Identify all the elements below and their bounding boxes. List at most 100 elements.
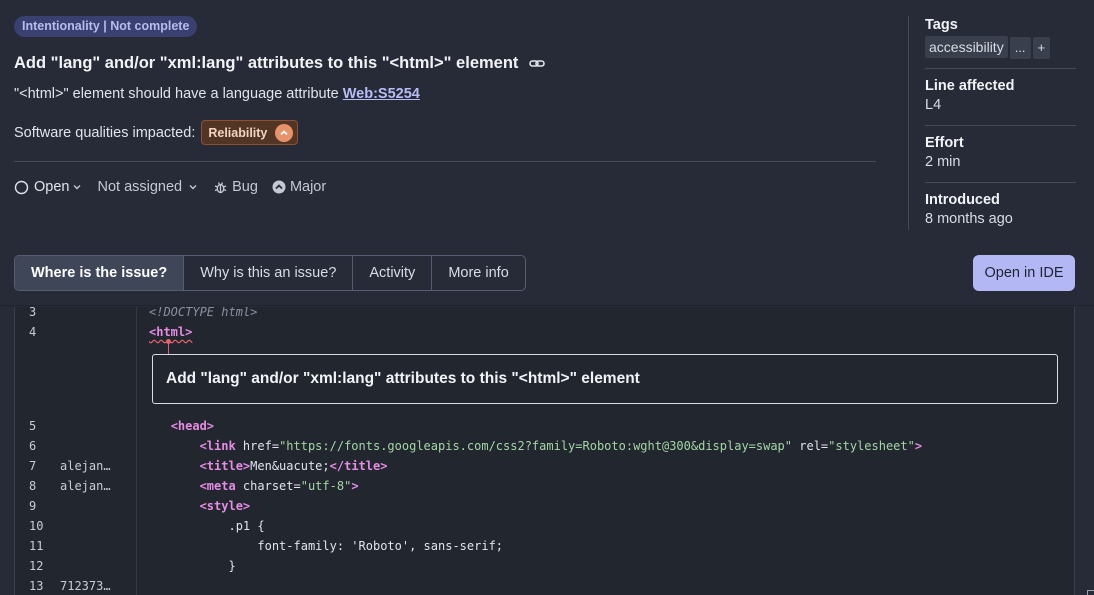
code-line: .p1 { (149, 519, 265, 533)
code-token: <link (199, 439, 236, 453)
open-status-icon (14, 180, 29, 194)
code-viewer: 3 <!DOCTYPE html> 4 <html> 5 <head> 6 <l… (14, 307, 1075, 595)
effort-section: Effort 2 min (925, 135, 1075, 170)
bug-icon (214, 181, 227, 193)
issue-type: Bug (213, 179, 258, 195)
code-token: font-family: 'Roboto', sans-serif; (257, 539, 504, 553)
scrollbar-corner (1087, 590, 1094, 595)
code-token: <!DOCTYPE html> (149, 307, 258, 319)
code-token: charset= (235, 479, 301, 493)
sidebar-divider (925, 68, 1076, 69)
issue-details-sidebar: Tags accessibility... + Line affected L4 … (908, 16, 1076, 230)
assignee-dropdown[interactable]: Not assigned (97, 179, 199, 195)
line-number[interactable]: 10 (29, 519, 49, 533)
code-token: "stylesheet" (828, 439, 915, 453)
line-number[interactable]: 8 (29, 479, 49, 493)
code-line: <style> (149, 499, 251, 513)
software-qualities: Software qualities impacted: Reliability (14, 120, 299, 145)
code-token: Men&uacute; (250, 459, 330, 473)
code-token: > (351, 479, 359, 493)
effort-value: 2 min (925, 154, 961, 170)
rule-description: "<html>" element should have a language … (14, 86, 420, 102)
assignee-label: Not assigned (97, 179, 183, 195)
quality-reliability-chip[interactable]: Reliability (201, 120, 299, 145)
code-token: .p1 { (228, 519, 265, 533)
line-number[interactable]: 7 (29, 459, 49, 473)
tab-where-is-the-issue[interactable]: Where is the issue? (15, 256, 185, 290)
introduced-label: Introduced (925, 192, 1000, 208)
sidebar-divider (925, 182, 1076, 183)
sidebar-divider (925, 125, 1076, 126)
rule-description-text: "<html>" element should have a language … (14, 86, 339, 102)
rule-key-link[interactable]: Web:S5254 (343, 86, 420, 102)
scm-author[interactable]: alejan… (60, 479, 120, 493)
permalink-icon[interactable] (528, 55, 546, 73)
more-tags-button[interactable]: ... (1009, 37, 1031, 59)
line-number[interactable]: 6 (29, 439, 49, 453)
introduced-value: 8 months ago (925, 211, 1013, 227)
line-number[interactable]: 4 (29, 325, 49, 339)
code-line: <!DOCTYPE html> (149, 307, 257, 319)
code-line: <meta charset="utf-8"> (149, 479, 359, 493)
code-token: "utf-8" (300, 479, 352, 493)
issue-severity: Major (272, 179, 326, 195)
tab-why-is-this-an-issue[interactable]: Why is this an issue? (184, 256, 354, 290)
code-token: > (914, 439, 923, 453)
code-token: <title> (199, 459, 251, 473)
open-in-ide-button[interactable]: Open in IDE (973, 255, 1075, 291)
software-qualities-label: Software qualities impacted: (14, 124, 196, 141)
major-severity-icon (272, 180, 286, 194)
scm-author[interactable]: alejan… (60, 459, 120, 473)
line-number[interactable]: 5 (29, 419, 49, 433)
line-affected-value: L4 (925, 97, 942, 113)
quality-label: Reliability (208, 125, 268, 140)
code-token: href= (235, 439, 280, 453)
line-number[interactable]: 11 (29, 539, 49, 553)
code-line: <link href="https://fonts.googleapis.com… (149, 439, 923, 453)
issue-status-bar: Open Not assigned Bug Major (14, 179, 326, 195)
code-token: </title> (329, 459, 388, 473)
code-token: <meta (199, 479, 236, 493)
line-number[interactable]: 12 (29, 559, 49, 573)
line-number[interactable]: 13 (29, 579, 49, 593)
tag-chip: accessibility (925, 36, 1008, 58)
code-token: rel= (792, 439, 829, 453)
scm-author[interactable]: 712373… (60, 579, 120, 593)
clean-code-attribute: Intentionality | Not complete (14, 16, 198, 37)
code-line: font-family: 'Roboto', sans-serif; (149, 539, 503, 553)
tags-label: Tags (925, 17, 958, 33)
chevron-down-icon (189, 185, 197, 190)
header-divider (14, 161, 876, 162)
introduced-section: Introduced 8 months ago (925, 192, 1075, 227)
clean-code-badge: Intentionality | Not complete (14, 16, 198, 37)
line-affected-section: Line affected L4 (925, 78, 1075, 113)
line-number[interactable]: 3 (29, 307, 49, 319)
tags-section: Tags accessibility... + (925, 17, 1075, 59)
code-line: } (149, 559, 236, 573)
inline-issue-message[interactable]: Add "lang" and/or "xml:lang" attributes … (152, 354, 1058, 404)
chevron-down-icon (73, 185, 81, 190)
issue-header: Intentionality | Not complete Add "lang"… (0, 0, 1094, 306)
code-line: <head> (149, 419, 214, 433)
issue-title-text: Add "lang" and/or "xml:lang" attributes … (14, 54, 519, 72)
code-token: <head> (170, 419, 215, 433)
code-line-highlighted: <html> (149, 325, 192, 339)
add-tag-button[interactable]: + (1032, 37, 1051, 59)
issue-type-label: Bug (232, 179, 258, 195)
issue-marker-connector (168, 341, 169, 354)
line-affected-label: Line affected (925, 78, 1015, 94)
severity-high-icon (275, 123, 294, 142)
status-label: Open (34, 179, 70, 195)
status-dropdown[interactable]: Open (14, 179, 83, 195)
issue-location-token[interactable]: <html> (149, 325, 192, 339)
code-line: <title>Men&uacute;</title> (149, 459, 388, 473)
line-number[interactable]: 9 (29, 499, 49, 513)
issue-tabs: Where is the issue? Why is this an issue… (14, 255, 526, 291)
tab-activity[interactable]: Activity (353, 256, 433, 290)
tab-more-info[interactable]: More info (432, 256, 524, 290)
gutter-divider (136, 307, 137, 595)
issue-title: Add "lang" and/or "xml:lang" attributes … (14, 54, 546, 73)
code-token: } (228, 559, 236, 573)
code-token: "https://fonts.googleapis.com/css2?famil… (279, 439, 793, 453)
code-token: <style> (199, 499, 251, 513)
